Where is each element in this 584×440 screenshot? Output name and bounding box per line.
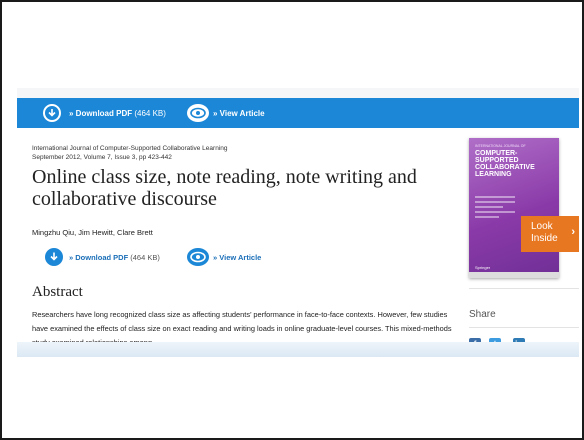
- download-pdf-size: (464 KB): [134, 109, 166, 118]
- download-pdf-link-inline[interactable]: » Download PDF (464 KB): [69, 253, 160, 262]
- download-bar: » Download PDF (464 KB) » View Article: [17, 98, 579, 128]
- look-inside-button[interactable]: Look Inside ›: [521, 216, 579, 252]
- issue-info: September 2012, Volume 7, Issue 3, pp 42…: [32, 154, 172, 161]
- download-pdf-link[interactable]: » Download PDF (464 KB): [69, 109, 166, 118]
- cover-journal-prefix: INTERNATIONAL JOURNAL OF: [475, 144, 526, 148]
- view-article-link[interactable]: » View Article: [213, 109, 265, 118]
- cover-title: COMPUTER-SUPPORTED COLLABORATIVE LEARNIN…: [475, 150, 535, 178]
- browser-screenshot: » Download PDF (464 KB) » View Article I…: [17, 88, 579, 357]
- share-label: Share: [469, 309, 496, 320]
- journal-name[interactable]: International Journal of Computer-Suppor…: [32, 144, 227, 153]
- journal-info: International Journal of Computer-Suppor…: [32, 144, 227, 162]
- view-article-link-inline[interactable]: » View Article: [213, 253, 261, 262]
- download-icon[interactable]: [43, 104, 61, 122]
- article-title: Online class size, note reading, note wr…: [32, 166, 417, 210]
- chevron-right-icon: ›: [571, 226, 575, 238]
- eye-icon[interactable]: [187, 248, 209, 266]
- download-pdf-size: (464 KB): [130, 253, 160, 262]
- cover-publisher: Springer: [475, 265, 491, 270]
- eye-icon[interactable]: [187, 104, 209, 122]
- page-fade-overlay: [17, 342, 579, 357]
- download-pdf-label[interactable]: » Download PDF: [69, 109, 132, 118]
- sidebar-divider: [469, 288, 579, 289]
- journal-cover[interactable]: INTERNATIONAL JOURNAL OF COMPUTER-SUPPOR…: [469, 138, 559, 278]
- presentation-frame: » Download PDF (464 KB) » View Article I…: [0, 0, 584, 440]
- download-pdf-label[interactable]: » Download PDF: [69, 253, 128, 262]
- share-divider: [469, 327, 579, 328]
- cover-decoration: [475, 196, 515, 221]
- article-authors[interactable]: Mingzhu Qiu, Jim Hewitt, Clare Brett: [32, 228, 153, 237]
- cover-footer: [469, 272, 559, 278]
- download-icon[interactable]: [45, 248, 63, 266]
- abstract-heading: Abstract: [32, 284, 83, 300]
